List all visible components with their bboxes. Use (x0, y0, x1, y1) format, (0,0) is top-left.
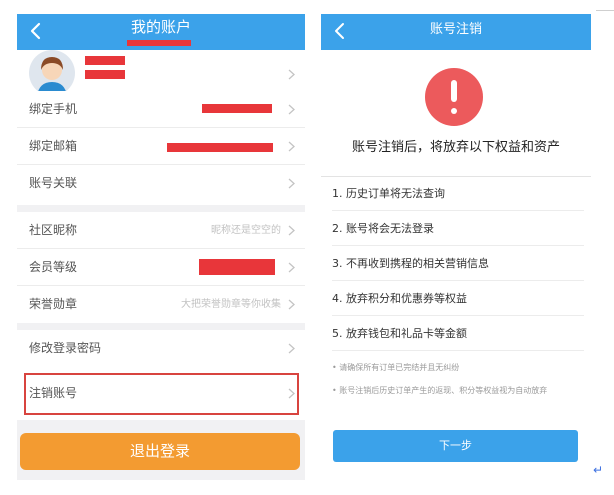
exclamation-icon (425, 68, 483, 126)
next-step-button[interactable]: 下一步 (333, 430, 578, 462)
top-bar: 我的账户 (17, 14, 305, 50)
row-nickname[interactable]: 社区昵称 昵称还是空空的 (17, 212, 305, 249)
chevron-right-icon (288, 69, 295, 80)
row-bind-phone[interactable]: 绑定手机 (17, 91, 305, 128)
note-text: • 账号注销后历史订单产生的返现、积分等权益视为自动放弃 (332, 386, 548, 395)
redaction-bar (85, 70, 125, 79)
chevron-right-icon (288, 262, 295, 273)
redaction-bar (199, 259, 275, 275)
list-item: 2. 账号将会无法登录 (332, 211, 584, 246)
list-item: 4. 放弃积分和优惠券等权益 (332, 281, 584, 316)
row-bind-email[interactable]: 绑定邮箱 (17, 128, 305, 165)
page-title: 账号注销 (429, 22, 482, 37)
avatar-icon (29, 50, 75, 96)
top-bar: 账号注销 (321, 14, 591, 50)
return-icon: ↵ (593, 463, 604, 477)
cancel-account-highlight-box (24, 373, 299, 415)
row-value: 大把荣誉勋章等你收集 (181, 299, 281, 310)
list-item: 1. 历史订单将无法查询 (332, 176, 584, 211)
row-value: 昵称还是空空的 (211, 225, 281, 236)
row-label: 修改登录密码 (29, 341, 102, 355)
row-label: 社区昵称 (29, 223, 78, 237)
list-item: 3. 不再收到携程的相关营销信息 (332, 246, 584, 281)
chevron-right-icon (288, 104, 295, 115)
logout-button[interactable]: 退出登录 (20, 433, 300, 470)
cancellation-headline: 账号注销后，将放弃以下权益和资产 (351, 140, 560, 155)
divider (596, 10, 614, 11)
redaction-bar (202, 104, 272, 113)
row-label: 账号关联 (29, 176, 78, 190)
row-label: 荣誉勋章 (29, 297, 78, 311)
page-title: 我的账户 (130, 18, 191, 36)
row-honor-badge[interactable]: 荣誉勋章 大把荣誉勋章等你收集 (17, 286, 305, 323)
binding-group: 绑定手机 绑定邮箱 账号关联 (17, 91, 305, 205)
row-member-level[interactable]: 会员等级 (17, 249, 305, 286)
my-account-screen: 我的账户 绑定手机 绑定邮箱 账号关联 社区昵称 昵称还是空空的 会员等级 荣誉… (17, 14, 305, 480)
redaction-bar (167, 143, 273, 152)
redaction-bar (127, 40, 191, 46)
chevron-right-icon (288, 299, 295, 310)
row-account-link[interactable]: 账号关联 (17, 165, 305, 202)
chevron-right-icon (288, 178, 295, 189)
row-label: 会员等级 (29, 260, 78, 274)
row-change-password[interactable]: 修改登录密码 (17, 330, 305, 367)
redaction-bar (85, 56, 125, 65)
chevron-right-icon (288, 141, 295, 152)
chevron-right-icon (288, 225, 295, 236)
account-cancellation-screen: 账号注销 账号注销后，将放弃以下权益和资产 1. 历史订单将无法查询 2. 账号… (321, 14, 591, 480)
row-label: 绑定邮箱 (29, 139, 78, 153)
community-group: 社区昵称 昵称还是空空的 会员等级 荣誉勋章 大把荣誉勋章等你收集 (17, 212, 305, 323)
list-item: 5. 放弃钱包和礼品卡等金额 (332, 316, 584, 351)
note-text: • 请确保所有订单已完结并且无纠纷 (332, 363, 460, 372)
row-label: 绑定手机 (29, 102, 78, 116)
chevron-right-icon (288, 343, 295, 354)
